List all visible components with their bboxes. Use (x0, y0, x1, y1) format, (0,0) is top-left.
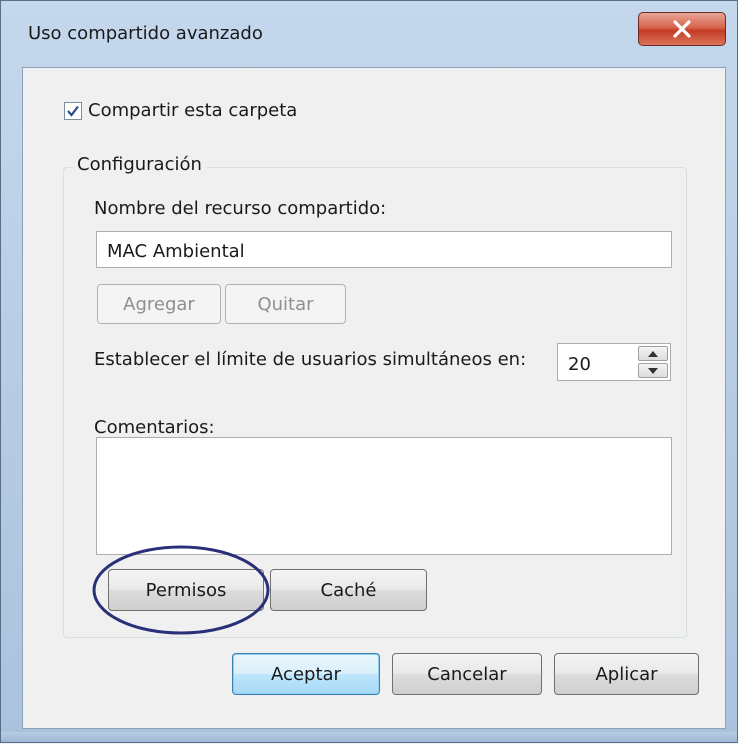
share-name-value: MAC Ambiental (107, 241, 245, 262)
ok-button[interactable]: Aceptar (232, 653, 380, 695)
close-icon (673, 20, 691, 38)
user-limit-label: Establecer el límite de usuarios simultá… (94, 349, 527, 370)
title-bar[interactable]: Uso compartido avanzado (1, 1, 737, 65)
checkmark-icon (67, 105, 79, 117)
user-limit-spinner[interactable]: 20 (557, 343, 671, 381)
dialog-window: Uso compartido avanzado Compartir esta c… (0, 0, 738, 743)
share-folder-checkbox-row[interactable]: Compartir esta carpeta (64, 100, 297, 121)
close-button[interactable] (638, 12, 726, 46)
share-folder-checkbox[interactable] (64, 101, 82, 120)
spin-down-icon (648, 367, 658, 374)
cancel-button[interactable]: Cancelar (392, 653, 542, 695)
comments-textarea[interactable] (96, 437, 672, 555)
spin-up-icon (648, 350, 658, 357)
spinner-buttons (638, 346, 668, 378)
spin-down-button[interactable] (638, 363, 668, 378)
remove-button[interactable]: Quitar (225, 284, 346, 324)
settings-group-label: Configuración (73, 154, 206, 175)
apply-button[interactable]: Aplicar (554, 653, 699, 695)
share-name-label: Nombre del recurso compartido: (94, 198, 387, 219)
window-title: Uso compartido avanzado (28, 23, 263, 44)
user-limit-value: 20 (568, 354, 591, 375)
permissions-button[interactable]: Permisos (108, 569, 264, 611)
spin-up-button[interactable] (638, 346, 668, 361)
share-folder-label: Compartir esta carpeta (88, 100, 298, 121)
add-button[interactable]: Agregar (97, 284, 221, 324)
share-name-input[interactable]: MAC Ambiental (96, 231, 672, 268)
comments-label: Comentarios: (94, 417, 215, 438)
cache-button[interactable]: Caché (270, 569, 427, 611)
